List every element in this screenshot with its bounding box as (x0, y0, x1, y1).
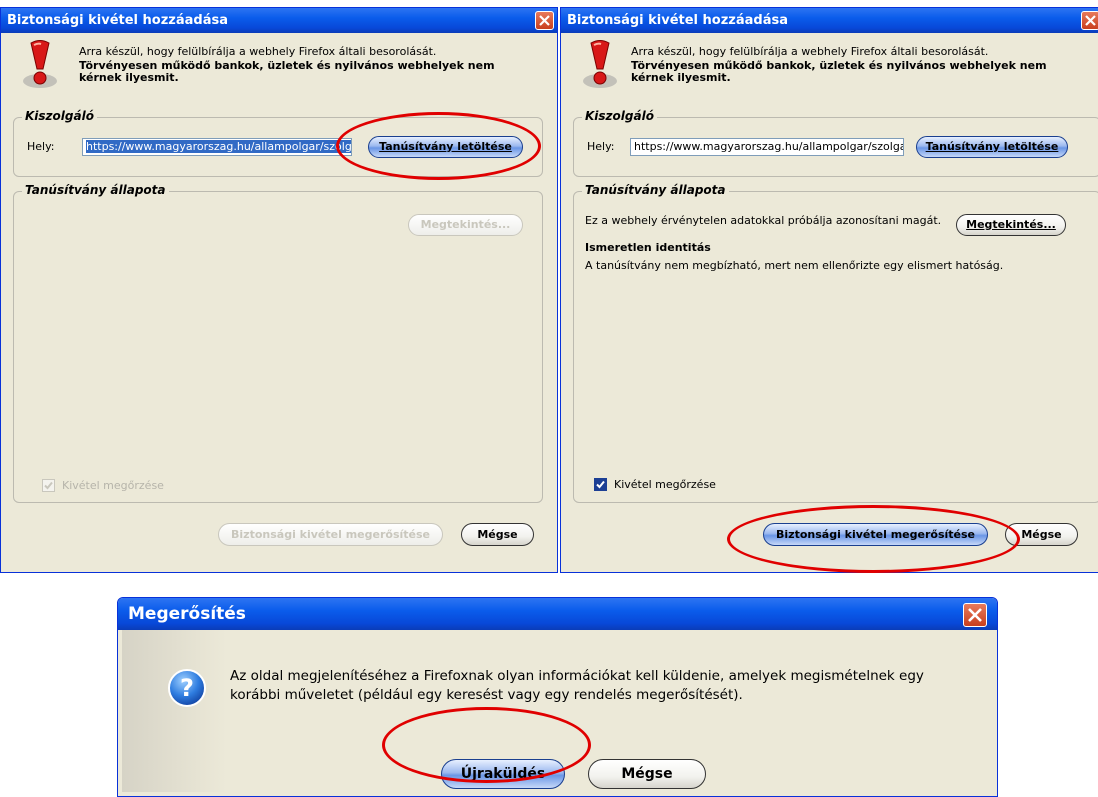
message-line-2: korábbi műveletet (például egy keresést … (230, 687, 743, 703)
server-group-label: Kiszolgáló (22, 109, 97, 123)
security-exception-dialog-left: Biztonsági kivétel hozzáadása Arra készü… (0, 7, 558, 573)
title-bar[interactable]: Megerősítés (118, 598, 997, 630)
close-icon (968, 608, 982, 622)
title-bar[interactable]: Biztonsági kivétel hozzáadása (561, 8, 1098, 33)
checkbox-checked-icon[interactable] (42, 479, 55, 492)
view-certificate-button[interactable]: Megtekintés... (408, 214, 523, 236)
certificate-status-label: Tanúsítvány állapota (582, 183, 729, 197)
exclamation-warning-icon (23, 40, 57, 88)
highlight-oval-resend (382, 707, 591, 783)
close-button[interactable] (963, 603, 987, 627)
certificate-status-group: Tanúsítvány állapota Ez a webhely érvény… (573, 183, 1098, 503)
unknown-identity-heading: Ismeretlen identitás (585, 241, 711, 254)
keep-exception-label: Kivétel megőrzése (62, 479, 164, 492)
certificate-status-group: Tanúsítvány állapota Megtekintés... Kivé… (13, 183, 543, 503)
unknown-identity-text: A tanúsítvány nem megbízható, mert nem e… (585, 259, 1004, 272)
exclamation-warning-icon (583, 40, 617, 88)
status-text: Ez a webhely érvénytelen adatokkal próbá… (585, 214, 942, 227)
server-group-label: Kiszolgáló (582, 109, 657, 123)
warning-line-2: Törvényesen működő bankok, üzletek és ny… (79, 59, 495, 84)
server-group: Kiszolgáló Hely: https://www.magyarorsza… (573, 109, 1098, 177)
location-label: Hely: (587, 140, 615, 153)
location-input[interactable]: https://www.magyarorszag.hu/allampolgar/… (630, 138, 904, 156)
security-exception-dialog-right: Biztonsági kivétel hozzáadása Arra készü… (560, 7, 1098, 573)
warning-line-1: Arra készül, hogy felülbírálja a webhely… (79, 45, 437, 58)
warning-line-2: Törvényesen működő bankok, üzletek és ny… (631, 59, 1047, 84)
message-line-1: Az oldal megjelenítéséhez a Firefoxnak o… (230, 668, 924, 684)
location-label: Hely: (27, 140, 55, 153)
keep-exception-label: Kivétel megőrzése (614, 478, 716, 491)
cancel-button[interactable]: Mégse (461, 523, 534, 546)
cancel-button[interactable]: Mégse (588, 759, 706, 789)
dialog-title: Biztonsági kivétel hozzáadása (567, 13, 788, 28)
dialog-title: Megerősítés (128, 604, 246, 624)
highlight-oval-get-certificate (336, 112, 541, 180)
warning-line-1: Arra készül, hogy felülbírálja a webhely… (631, 45, 989, 58)
view-certificate-button[interactable]: Megtekintés... (956, 214, 1066, 236)
svg-text:?: ? (180, 674, 194, 702)
title-bar[interactable]: Biztonsági kivétel hozzáadása (1, 8, 557, 33)
question-icon: ? (168, 669, 206, 707)
close-button[interactable] (1081, 11, 1098, 30)
close-icon (539, 15, 550, 26)
close-icon (1085, 15, 1096, 26)
highlight-oval-confirm-exception (727, 505, 1020, 573)
close-button[interactable] (535, 11, 554, 30)
checkbox-checked-icon[interactable] (594, 478, 607, 491)
confirm-exception-button[interactable]: Biztonsági kivétel megerősítése (218, 523, 443, 546)
get-certificate-button[interactable]: Tanúsítvány letöltése (916, 136, 1068, 158)
dialog-body: Arra készül, hogy felülbírálja a webhely… (565, 33, 1098, 568)
location-input[interactable]: https://www.magyarorszag.hu/allampolgar/… (82, 138, 352, 156)
dialog-title: Biztonsági kivétel hozzáadása (7, 13, 228, 28)
certificate-status-label: Tanúsítvány állapota (22, 183, 169, 197)
